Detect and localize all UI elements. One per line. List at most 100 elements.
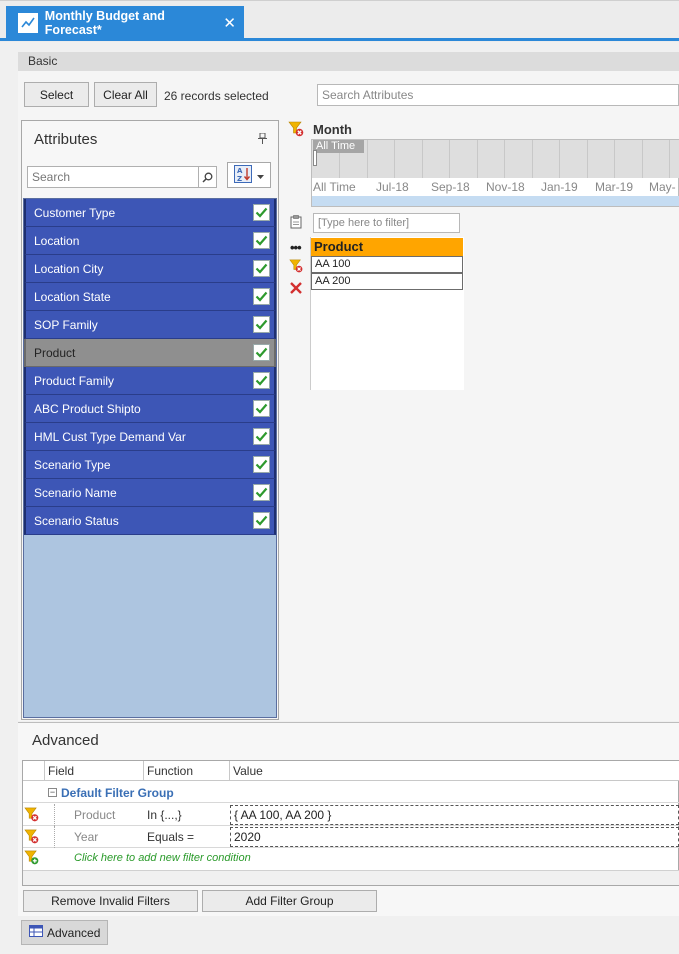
- attribute-item-label: ABC Product Shipto: [34, 401, 141, 416]
- column-header-value[interactable]: Value: [230, 761, 263, 781]
- timeline-grid-line: [394, 140, 395, 178]
- timeline-grid-line: [367, 140, 368, 178]
- grid-icon: [29, 925, 43, 940]
- pin-icon[interactable]: [258, 132, 267, 147]
- filter-group-label: Default Filter Group: [61, 786, 174, 800]
- timeline-grid-line: [422, 140, 423, 178]
- clipboard-icon[interactable]: [290, 215, 302, 232]
- timeline-grid-line: [477, 140, 478, 178]
- clear-filter-funnel-icon[interactable]: [288, 121, 304, 140]
- attribute-item-label: Location: [34, 233, 80, 248]
- filter-value[interactable]: 2020: [230, 827, 679, 847]
- attribute-item-label: Product Family: [34, 373, 115, 388]
- all-time-badge: All Time: [313, 140, 364, 153]
- timeline-grid-line: [587, 140, 588, 178]
- add-filter-condition-link[interactable]: Click here to add new filter condition: [74, 852, 251, 864]
- collapse-icon[interactable]: −: [48, 788, 57, 797]
- column-header-function[interactable]: Function: [144, 761, 193, 781]
- attribute-item-label: Product: [34, 345, 76, 360]
- attribute-item[interactable]: Scenario Status: [24, 507, 276, 535]
- timeline-grid-line: [449, 140, 450, 178]
- timeline-grid-line: [669, 140, 670, 178]
- checkmark-icon[interactable]: [253, 428, 270, 445]
- product-item[interactable]: AA 200: [311, 273, 463, 290]
- checkmark-icon[interactable]: [253, 484, 270, 501]
- clear-all-button[interactable]: Clear All: [94, 82, 157, 107]
- close-icon[interactable]: ✕: [223, 14, 236, 32]
- timeline-label-jan-19: Jan-19: [541, 180, 578, 194]
- timeline-label-nov-18: Nov-18: [486, 180, 525, 194]
- timeline-grid-line: [642, 140, 643, 178]
- timeline-label-jul-18: Jul-18: [376, 180, 409, 194]
- timeline-label-sep-18: Sep-18: [431, 180, 470, 194]
- attribute-item[interactable]: ABC Product Shipto: [24, 395, 276, 423]
- search-icon[interactable]: [198, 167, 216, 187]
- product-header: Product: [311, 238, 463, 256]
- clear-filter-funnel-icon[interactable]: [24, 828, 39, 848]
- checkmark-icon[interactable]: [253, 512, 270, 529]
- attribute-search-input[interactable]: Search: [27, 166, 217, 188]
- timeline-label-all-time: All Time: [313, 180, 356, 194]
- checkmark-icon[interactable]: [253, 316, 270, 333]
- attribute-item-label: Customer Type: [34, 205, 116, 220]
- document-tab[interactable]: Monthly Budget and Forecast* ✕: [6, 6, 244, 39]
- attribute-item-label: Scenario Status: [34, 513, 119, 528]
- timeline-scrollbar[interactable]: [312, 196, 679, 206]
- checkmark-icon[interactable]: [253, 232, 270, 249]
- month-title: Month: [313, 122, 352, 137]
- checkmark-icon[interactable]: [253, 456, 270, 473]
- attribute-item[interactable]: Product Family: [24, 367, 276, 395]
- select-button[interactable]: Select: [24, 82, 89, 107]
- attribute-item[interactable]: Location City: [24, 255, 276, 283]
- search-attributes-input[interactable]: Search Attributes: [317, 84, 679, 106]
- checkmark-icon[interactable]: [253, 344, 270, 361]
- product-filter-input[interactable]: [Type here to filter]: [313, 213, 460, 233]
- column-header-field[interactable]: Field: [45, 761, 74, 781]
- filter-value[interactable]: { AA 100, AA 200 }: [230, 805, 679, 825]
- attribute-item[interactable]: HML Cust Type Demand Var: [24, 423, 276, 451]
- checkmark-icon[interactable]: [253, 372, 270, 389]
- product-item[interactable]: AA 100: [311, 256, 463, 273]
- attribute-item[interactable]: Scenario Name: [24, 479, 276, 507]
- remove-invalid-filters-button[interactable]: Remove Invalid Filters: [23, 890, 198, 912]
- checkmark-icon[interactable]: [253, 204, 270, 221]
- attribute-item[interactable]: Location State: [24, 283, 276, 311]
- basic-section-header[interactable]: Basic: [18, 52, 679, 71]
- more-options-icon[interactable]: •••: [290, 240, 302, 255]
- clear-filter-funnel-icon[interactable]: [24, 806, 39, 826]
- filter-grid-footer: [23, 870, 679, 885]
- attribute-item-label: SOP Family: [34, 317, 98, 332]
- chevron-down-icon: [257, 168, 264, 182]
- filter-function[interactable]: In {...,}: [147, 804, 182, 826]
- attribute-item[interactable]: Customer Type: [24, 199, 276, 227]
- records-selected-text: 26 records selected: [164, 89, 269, 103]
- checkmark-icon[interactable]: [253, 260, 270, 277]
- filter-field: Year: [74, 830, 99, 844]
- svg-text:A: A: [237, 167, 243, 175]
- attribute-item-label: Location City: [34, 261, 104, 276]
- delete-icon[interactable]: [289, 281, 303, 298]
- tree-line: [54, 826, 55, 848]
- add-filter-group-button[interactable]: Add Filter Group: [202, 890, 377, 912]
- checkmark-icon[interactable]: [253, 400, 270, 417]
- attribute-item[interactable]: SOP Family: [24, 311, 276, 339]
- timeline-range-handle[interactable]: [313, 150, 317, 166]
- filter-function[interactable]: Equals =: [147, 826, 194, 848]
- advanced-toggle-button[interactable]: Advanced: [21, 920, 108, 945]
- attribute-item-label: Scenario Type: [34, 457, 111, 472]
- attribute-item-label: Location State: [34, 289, 111, 304]
- attribute-item[interactable]: Location: [24, 227, 276, 255]
- filter-field: Product: [74, 808, 116, 822]
- attribute-list: Customer Type Location Location City Locati…: [23, 198, 277, 718]
- sort-az-button[interactable]: AZ: [227, 162, 271, 188]
- checkmark-icon[interactable]: [253, 288, 270, 305]
- attribute-item[interactable]: Product: [24, 339, 276, 367]
- clear-filter-funnel-icon[interactable]: [289, 259, 303, 276]
- attribute-item-label: Scenario Name: [34, 485, 117, 500]
- attribute-item[interactable]: Scenario Type: [24, 451, 276, 479]
- timeline-track[interactable]: [312, 140, 679, 178]
- svg-text:Z: Z: [237, 175, 242, 183]
- add-filter-funnel-icon[interactable]: [24, 849, 39, 869]
- attributes-title: Attributes: [34, 131, 98, 148]
- filter-grid-header: [23, 761, 679, 781]
